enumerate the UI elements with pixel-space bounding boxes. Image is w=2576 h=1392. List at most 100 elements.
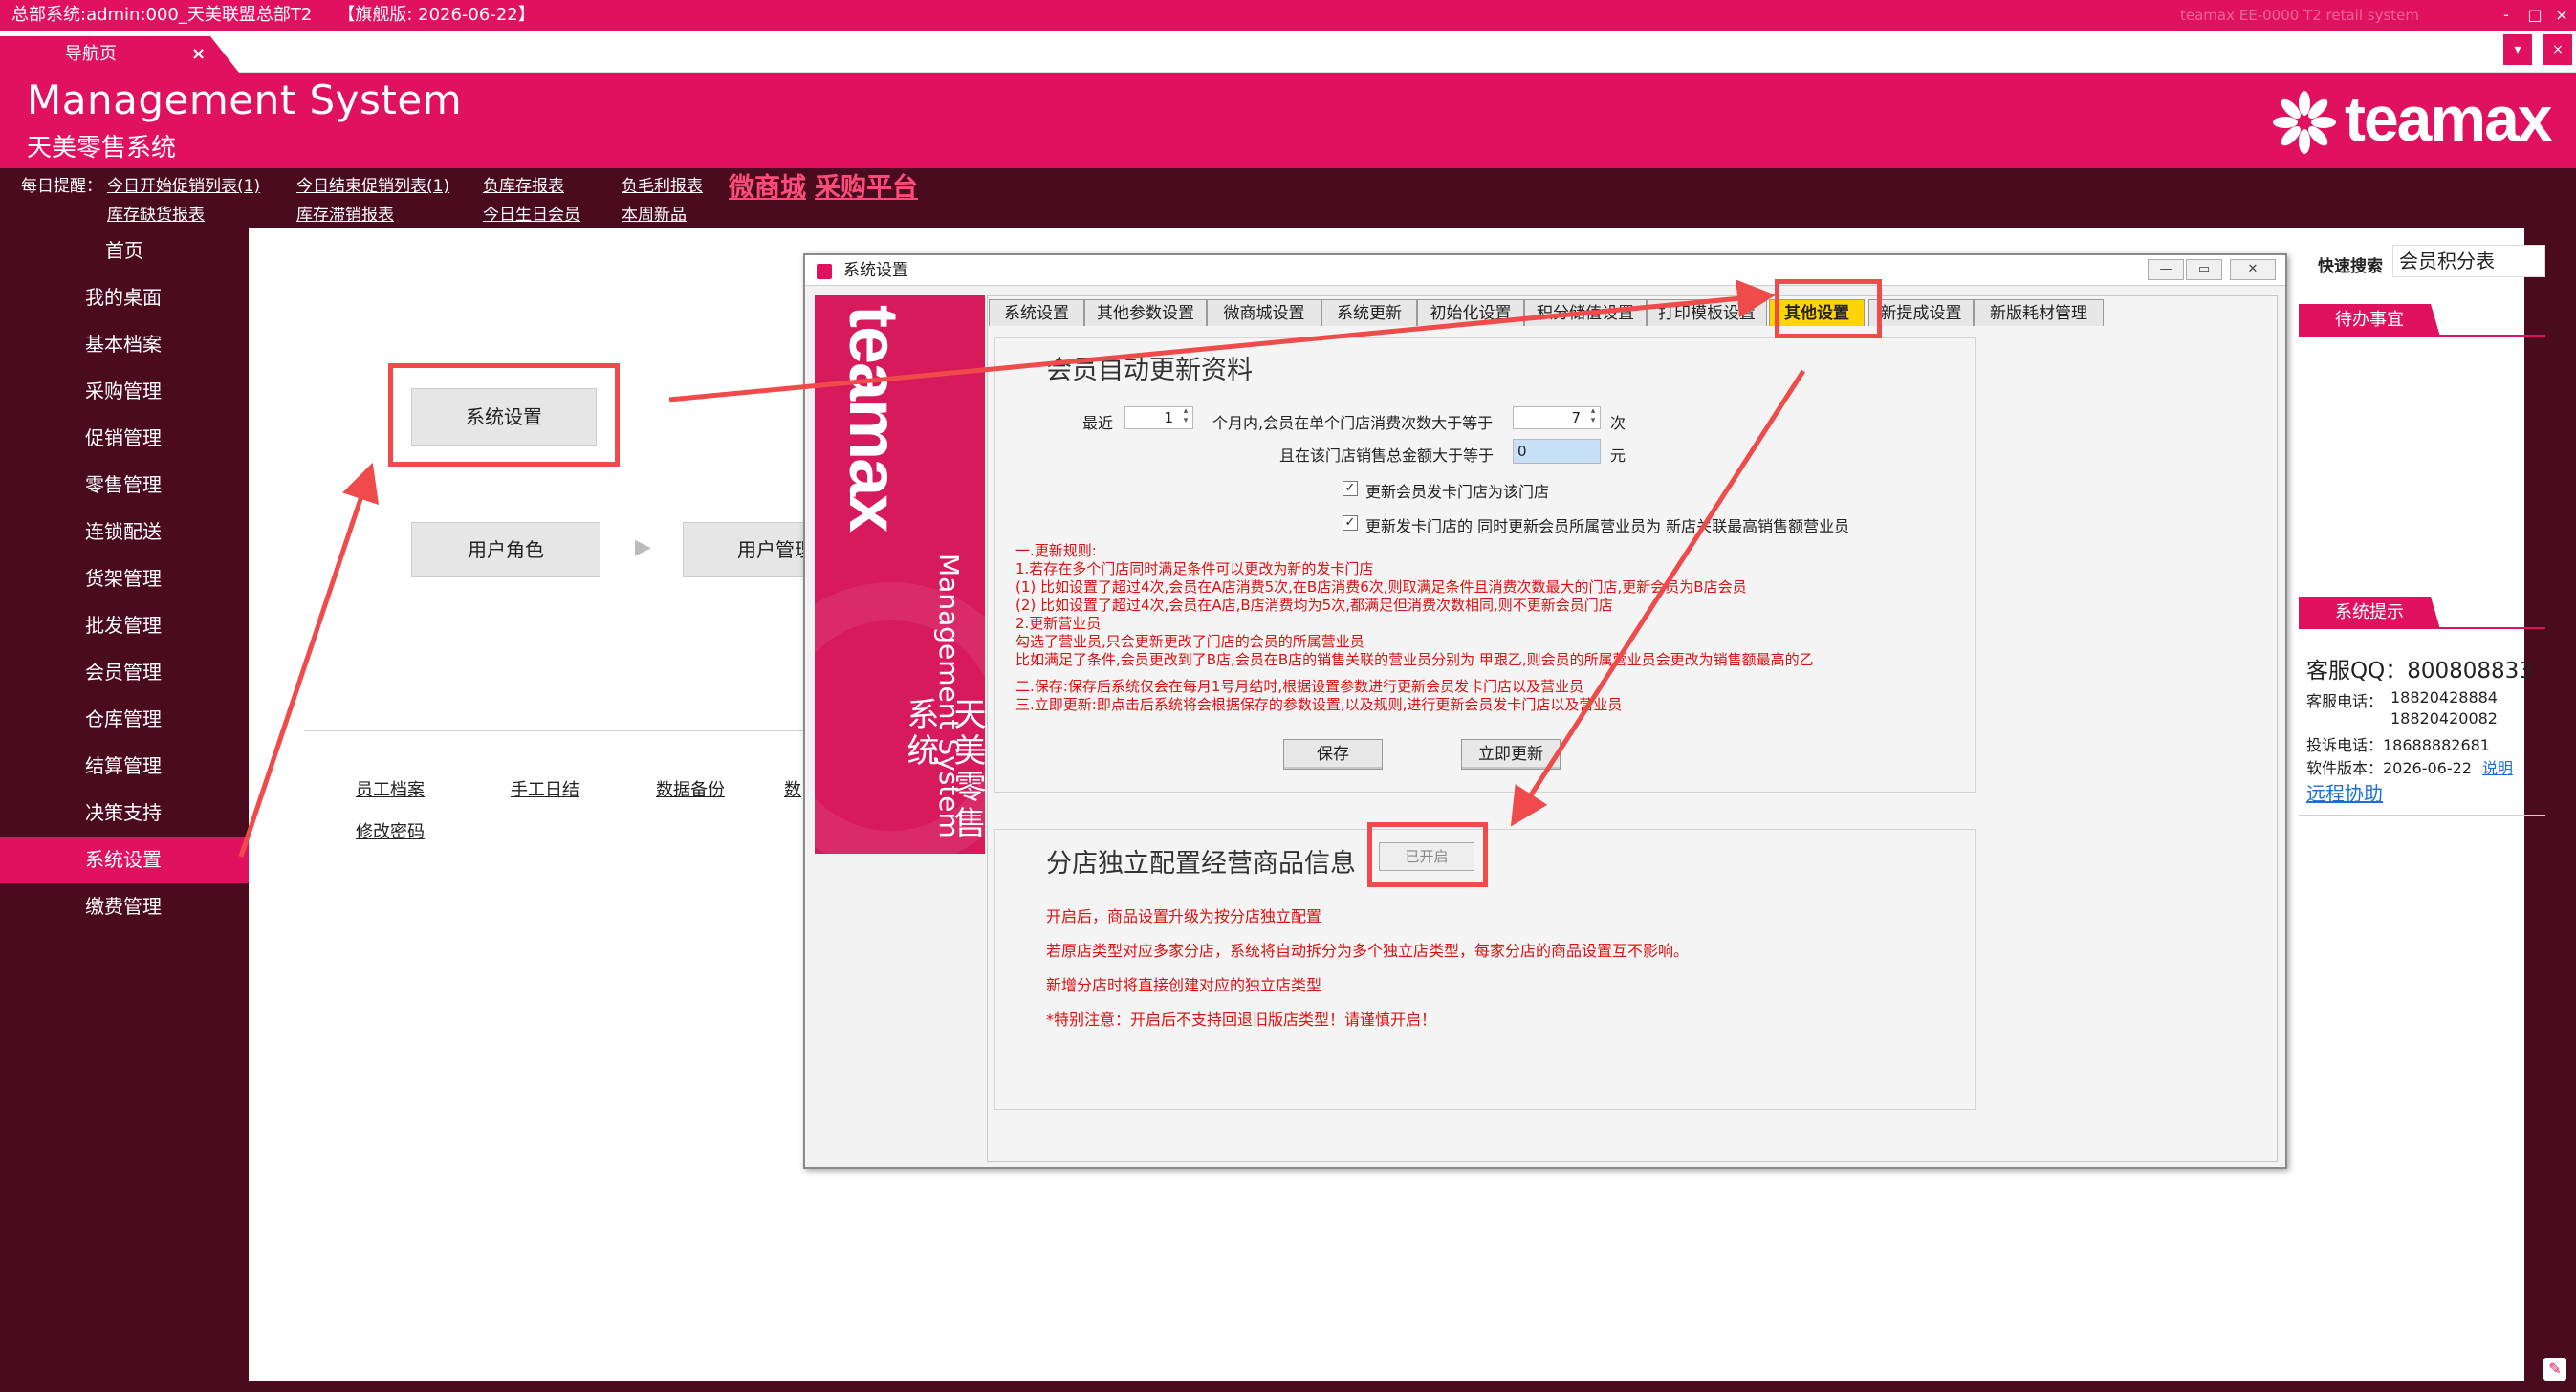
support-qq: 客服QQ：800808833 <box>2306 659 2533 684</box>
data-backup-link[interactable]: 数据备份 <box>656 776 725 801</box>
sidebar-item-basic-files[interactable]: 基本档案 <box>0 321 249 368</box>
remote-assist-link-text[interactable]: 远程协助 <box>2306 782 2383 805</box>
tab-close-icon[interactable]: × <box>191 36 206 73</box>
minimize-button[interactable]: - <box>2496 0 2517 31</box>
todo-panel-header: 待办事宜 <box>2299 304 2545 337</box>
close-all-tabs-icon[interactable]: × <box>2543 34 2572 65</box>
dialog-titlebar[interactable]: 系统设置 — ▭ ✕ <box>805 255 2285 286</box>
annotation-box-system-settings <box>388 363 620 467</box>
version-notes-link[interactable]: 说明 <box>2482 755 2513 778</box>
sidebar-item-home[interactable]: 首页 <box>0 228 249 274</box>
logo-wordmark: teamax <box>2345 83 2552 154</box>
reminder-link-promo-start[interactable]: 今日开始促销列表(1) <box>107 172 260 196</box>
amount-input[interactable]: 0 <box>1513 439 1601 464</box>
sidebar: 首页 我的桌面 基本档案 采购管理 促销管理 零售管理 连锁配送 货架管理 批发… <box>0 228 262 1392</box>
tab-other-params[interactable]: 其他参数设置 <box>1084 299 1207 326</box>
sidebar-item-warehouse[interactable]: 仓库管理 <box>0 696 249 743</box>
support-phone-2: 18820420082 <box>2390 709 2498 728</box>
employee-files-link[interactable]: 员工档案 <box>356 776 425 801</box>
user-role-button[interactable]: 用户角色 <box>411 522 600 577</box>
rule-line: 2.更新营业员 <box>1015 615 1102 632</box>
rule-line: 1.若存在多个门店同时满足条件可以更改为新的发卡门店 <box>1015 560 1374 577</box>
months-stepper[interactable]: 1 <box>1124 406 1193 429</box>
quick-search-input[interactable]: 会员积分表 <box>2392 245 2545 277</box>
reminder-link-negative-margin[interactable]: 负毛利报表 <box>622 172 703 196</box>
teamax-logo: teamax <box>2266 82 2563 159</box>
branch-note: *特别注意：开启后不支持回退旧版店类型！请谨慎开启！ <box>1046 1011 1437 1029</box>
tips-panel-header: 系统提示 <box>2299 597 2545 629</box>
tab-micro-mall[interactable]: 微商城设置 <box>1207 299 1321 326</box>
tab-points-storage[interactable]: 积分储值设置 <box>1524 299 1647 326</box>
update-card-store-label: 更新会员发卡门店为该门店 <box>1365 483 1550 501</box>
reminder-link-out-of-stock[interactable]: 库存缺货报表 <box>107 201 205 225</box>
dialog-minimize-button[interactable]: — <box>2148 259 2184 280</box>
sidebar-item-wholesale[interactable]: 批发管理 <box>0 602 249 649</box>
tab-system-update[interactable]: 系统更新 <box>1321 299 1417 326</box>
branch-note: 新增分店时将直接创建对应的独立店类型 <box>1046 976 1322 994</box>
sidebar-item-member[interactable]: 会员管理 <box>0 649 249 696</box>
update-card-store-checkbox[interactable]: ✓ <box>1343 481 1358 496</box>
reminder-link-new-products[interactable]: 本周新品 <box>622 201 687 225</box>
system-settings-dialog: 系统设置 — ▭ ✕ teamax Management System 天美零售… <box>803 253 2287 1169</box>
banner-chinese-title: 天美零售系统 <box>901 697 985 842</box>
tab-strip: 导航页 × ▾ × <box>0 31 2576 73</box>
tab-print-template[interactable]: 打印模板设置 <box>1647 299 1767 326</box>
sidebar-item-settlement[interactable]: 结算管理 <box>0 743 249 790</box>
support-phone-label: 客服电话： <box>2306 692 2384 710</box>
corner-chat-icon[interactable]: ✎ <box>2543 1358 2566 1381</box>
tab-list-dropdown-icon[interactable]: ▾ <box>2503 34 2532 65</box>
app-title: Management System <box>27 76 463 123</box>
data-link-partial[interactable]: 数 <box>784 776 801 801</box>
logo-star-icon <box>2273 91 2336 154</box>
change-password-link[interactable]: 修改密码 <box>356 818 425 843</box>
member-group-title: 会员自动更新资料 <box>1046 356 1253 385</box>
rule-line: (1) 比如设置了超过4次,会员在A店消费5次,在B店消费6次,则取满足条件且消… <box>1015 578 1747 596</box>
manual-daily-close-link[interactable]: 手工日结 <box>511 776 579 801</box>
save-button[interactable]: 保存 <box>1283 739 1383 770</box>
tab-navigation-page[interactable]: 导航页 × <box>0 36 239 73</box>
dialog-close-button[interactable]: ✕ <box>2230 259 2276 280</box>
tab-initialization[interactable]: 初始化设置 <box>1417 299 1524 326</box>
right-edge-strip <box>2524 228 2576 1392</box>
rule-line: (2) 比如设置了超过4次,会员在A店,B店消费均为5次,都满足但消费次数相同,… <box>1015 597 1613 614</box>
version-notes-link-text[interactable]: 说明 <box>2482 759 2513 777</box>
banner-logo: teamax <box>835 305 911 532</box>
amount-unit: 元 <box>1610 446 1626 465</box>
remote-assist-link[interactable]: 远程协助 <box>2306 778 2383 806</box>
sidebar-item-system-settings[interactable]: 系统设置 <box>0 837 262 883</box>
sidebar-item-billing[interactable]: 缴费管理 <box>0 883 249 930</box>
sidebar-item-shelf[interactable]: 货架管理 <box>0 555 249 602</box>
times-stepper[interactable]: 7 <box>1513 406 1601 429</box>
software-version: 软件版本：2026-06-22 <box>2306 759 2472 777</box>
app-header: Management System 天美零售系统 teamax <box>0 73 2576 168</box>
annotation-box-other-settings-tab <box>1775 279 1882 338</box>
rule-line: 勾选了营业员,只会更新更改了门店的会员的所属营业员 <box>1015 633 1364 650</box>
daily-reminder-bar: 每日提醒： 今日开始促销列表(1) 库存缺货报表 今日结束促销列表(1) 库存滞… <box>0 168 2576 228</box>
tab-new-commission[interactable]: 新提成设置 <box>1868 299 1974 326</box>
reminder-link-negative-stock[interactable]: 负库存报表 <box>483 172 564 196</box>
watermark-text: teamax EE-0000 T2 retail system <box>2180 7 2420 24</box>
dialog-maximize-button[interactable]: ▭ <box>2186 259 2222 280</box>
sidebar-item-retail[interactable]: 零售管理 <box>0 462 249 509</box>
reminder-link-birthday-members[interactable]: 今日生日会员 <box>483 201 580 225</box>
close-button[interactable]: × <box>2551 0 2572 31</box>
purchase-platform-link[interactable]: 采购平台 <box>815 166 918 204</box>
reminder-link-promo-end[interactable]: 今日结束促销列表(1) <box>296 172 449 196</box>
dialog-brand-banner: teamax Management System 天美零售系统 <box>815 295 985 854</box>
update-salesperson-checkbox[interactable]: ✓ <box>1343 515 1358 531</box>
sidebar-item-purchase[interactable]: 采购管理 <box>0 368 249 415</box>
maximize-button[interactable]: □ <box>2524 0 2545 31</box>
user-management-button[interactable]: 用户管理 <box>683 522 807 577</box>
sidebar-item-promotion[interactable]: 促销管理 <box>0 415 249 462</box>
reminder-link-slow-stock[interactable]: 库存滞销报表 <box>296 201 394 225</box>
tab-system-settings[interactable]: 系统设置 <box>989 299 1084 326</box>
rule-line: 三.立即更新:即点击后系统将会根据保存的参数设置,以及规则,进行更新会员发卡门店… <box>1015 696 1623 713</box>
micro-mall-link[interactable]: 微商城 <box>729 166 806 204</box>
window-titlebar: 总部系统:admin:000_天美联盟总部T2 【旗舰版: 2026-06-22… <box>0 0 2576 31</box>
sidebar-item-decision[interactable]: 决策支持 <box>0 790 249 837</box>
quick-search-label: 快速搜索 <box>2318 257 2383 276</box>
tab-consumables[interactable]: 新版耗材管理 <box>1974 299 2104 326</box>
sidebar-item-chain-delivery[interactable]: 连锁配送 <box>0 509 249 555</box>
update-now-button[interactable]: 立即更新 <box>1461 739 1561 770</box>
sidebar-item-desktop[interactable]: 我的桌面 <box>0 274 249 321</box>
